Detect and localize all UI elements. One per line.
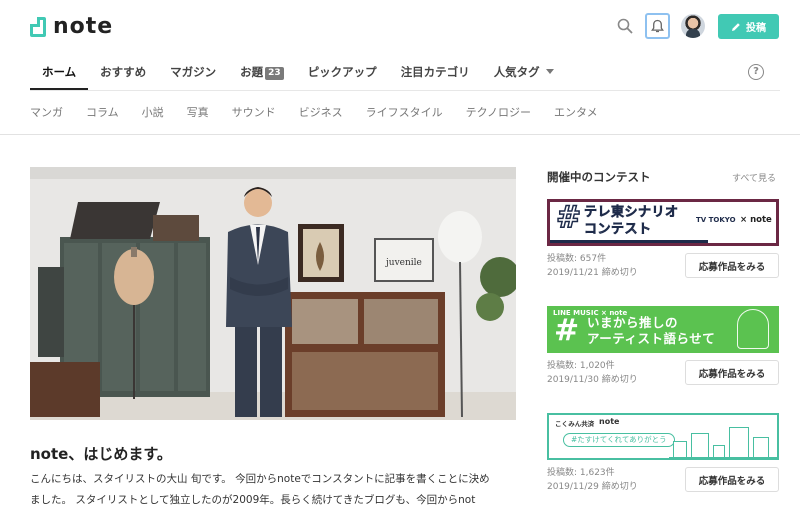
header: note 投稿 xyxy=(0,0,800,55)
hero-photo: juvenile xyxy=(30,167,516,420)
see-all-link[interactable]: すべて見る xyxy=(732,171,776,184)
contest-section-title: 開催中のコンテスト xyxy=(547,170,651,184)
article-hero-image[interactable]: juvenile xyxy=(30,167,516,420)
tab-magazine[interactable]: マガジン xyxy=(158,56,228,90)
banner-stripe xyxy=(550,240,709,243)
chevron-down-icon xyxy=(545,69,554,74)
banner-hash: # xyxy=(555,200,582,236)
divider xyxy=(0,134,800,135)
category-sound[interactable]: サウンド xyxy=(232,103,276,123)
contest-card: # テレ東シナリオ コンテスト TV TOKYO × note 投稿数: 657… xyxy=(547,199,779,280)
contest-banner-linemusic[interactable]: LINE MUSIC × note # いまから推しの アーティスト語らせて xyxy=(547,306,779,353)
tab-label: 注目カテゴリ xyxy=(400,65,470,79)
main-tabs: ホーム おすすめ マガジン お題 23 ピックアップ 注目カテゴリ 人気タグ xyxy=(30,56,566,90)
banner-title-line: コンテスト xyxy=(584,222,652,238)
banner-title: いまから推しの アーティスト語らせて xyxy=(587,315,715,347)
tab-popular-tags[interactable]: 人気タグ xyxy=(482,56,566,90)
city-illustration xyxy=(669,425,777,458)
bell-icon xyxy=(651,19,664,32)
view-entries-button[interactable]: 応募作品をみる xyxy=(685,253,779,278)
article-body-line: こんにちは、スタイリストの大山 旬です。 今回からnoteでコンスタントに記事を… xyxy=(30,473,490,485)
tab-label: おすすめ xyxy=(100,65,147,79)
tab-recommended[interactable]: おすすめ xyxy=(88,56,158,90)
category-photo[interactable]: 写真 xyxy=(187,103,209,123)
user-avatar[interactable] xyxy=(681,14,705,38)
theme-count-badge: 23 xyxy=(265,67,284,80)
post-button-label: 投稿 xyxy=(746,23,766,34)
banner-note-logo: × note xyxy=(740,215,772,225)
note-logo-icon xyxy=(30,17,46,37)
view-entries-button[interactable]: 応募作品をみる xyxy=(685,360,779,385)
tab-label: ホーム xyxy=(42,65,77,79)
tab-label: ピックアップ xyxy=(307,65,377,79)
banner-title-line: いまから推しの xyxy=(587,315,679,330)
tab-home[interactable]: ホーム xyxy=(30,56,89,90)
article-body-line: ました。 スタイリストとして独立したのが2009年。長らく続けてきたブログも、今… xyxy=(30,494,476,506)
tab-label: マガジン xyxy=(170,65,217,79)
banner-title-line: アーティスト語らせて xyxy=(587,331,716,346)
tab-featured-category[interactable]: 注目カテゴリ xyxy=(389,56,482,90)
contest-banner-tvtokyo[interactable]: # テレ東シナリオ コンテスト TV TOKYO × note xyxy=(547,199,779,246)
svg-text:juvenile: juvenile xyxy=(385,258,422,268)
banner-hash: # xyxy=(554,313,580,348)
category-column[interactable]: コラム xyxy=(86,103,119,123)
banner-title: テレ東シナリオ コンテスト xyxy=(584,204,679,238)
banner-note: note xyxy=(599,417,620,426)
article-title[interactable]: note、はじめます。 xyxy=(30,443,172,464)
view-entries-button[interactable]: 応募作品をみる xyxy=(685,467,779,492)
headphone-illustration xyxy=(737,309,769,349)
banner-hashtag: #たすけてくれてありがとう xyxy=(563,433,675,447)
logo-text: note xyxy=(53,14,114,39)
category-nav: マンガ コラム 小説 写真 サウンド ビジネス ライフスタイル テクノロジー エ… xyxy=(30,103,621,123)
tvtokyo-logo: TV TOKYO xyxy=(696,216,736,224)
banner-title-line: テレ東シナリオ xyxy=(584,205,679,221)
contest-card: こくみん共済 note #たすけてくれてありがとう 投稿数: 1,623件 20… xyxy=(547,413,779,494)
help-icon[interactable]: ? xyxy=(748,64,764,80)
category-entertainment[interactable]: エンタメ xyxy=(554,103,598,123)
search-icon[interactable] xyxy=(617,18,633,34)
category-business[interactable]: ビジネス xyxy=(299,103,343,123)
banner-note: note xyxy=(750,215,772,225)
tab-pickup[interactable]: ピックアップ xyxy=(296,56,389,90)
pencil-icon xyxy=(732,22,740,31)
article-body: こんにちは、スタイリストの大山 旬です。 今回からnoteでコンスタントに記事を… xyxy=(30,469,520,511)
category-manga[interactable]: マンガ xyxy=(30,103,63,123)
tab-label: お題 xyxy=(240,65,264,79)
note-logo[interactable]: note xyxy=(30,15,113,39)
post-button[interactable]: 投稿 xyxy=(718,14,779,39)
banner-x: × xyxy=(740,215,748,225)
tab-label: 人気タグ xyxy=(493,65,540,79)
contest-card: LINE MUSIC × note # いまから推しの アーティスト語らせて 投… xyxy=(547,306,779,387)
category-technology[interactable]: テクノロジー xyxy=(466,103,531,123)
contest-banner-kokumin[interactable]: こくみん共済 note #たすけてくれてありがとう xyxy=(547,413,779,460)
divider xyxy=(30,90,780,91)
notification-button[interactable] xyxy=(645,13,670,39)
category-novel[interactable]: 小説 xyxy=(142,103,164,123)
banner-sponsor: こくみん共済 xyxy=(555,420,595,428)
category-lifestyle[interactable]: ライフスタイル xyxy=(366,103,443,123)
tab-theme[interactable]: お題 23 xyxy=(228,56,296,90)
